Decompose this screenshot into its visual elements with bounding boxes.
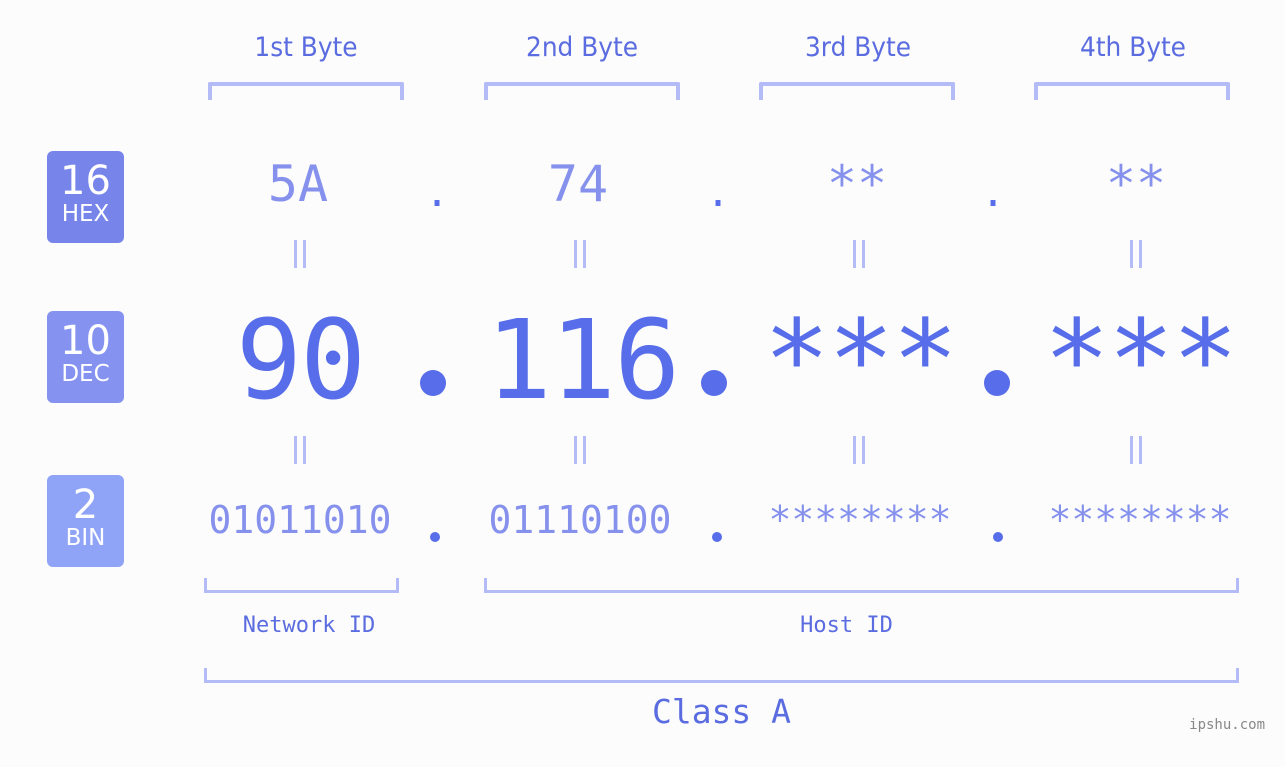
bin-octet-1: 01011010 (208, 498, 392, 542)
bin-badge-number: 2 (72, 482, 99, 528)
equals-icon (839, 240, 879, 276)
dec-separator-1 (420, 370, 446, 396)
bin-badge: 2 BIN (47, 475, 124, 567)
hex-badge-number: 16 (60, 158, 111, 204)
dec-separator-2 (701, 370, 727, 396)
dec-octet-2: 116 (485, 296, 681, 424)
dec-badge: 10 DEC (47, 311, 124, 403)
ip-class-label: Class A (651, 692, 792, 731)
byte-header-1: 1st Byte (254, 32, 358, 63)
hex-octet-3: ** (826, 155, 888, 213)
equals-icon (280, 240, 320, 276)
dec-badge-label: DEC (61, 361, 110, 387)
equals-icon (560, 436, 600, 472)
byte-bracket-3 (759, 82, 955, 100)
bin-badge-label: BIN (65, 525, 106, 551)
hex-octet-1: 5A (267, 155, 329, 213)
byte-bracket-2 (484, 82, 680, 100)
bin-separator-1 (430, 532, 440, 542)
equals-icon (1116, 436, 1156, 472)
bin-separator-3 (993, 532, 1003, 542)
byte-bracket-4 (1034, 82, 1230, 100)
bin-octet-3: ******** (768, 498, 952, 542)
equals-icon (1116, 240, 1156, 276)
hex-separator-2: . (706, 170, 731, 216)
network-id-label: Network ID (242, 613, 376, 638)
hex-separator-1: . (425, 170, 450, 216)
dec-octet-4: *** (1043, 296, 1239, 424)
equals-icon (280, 436, 320, 472)
hex-badge: 16 HEX (47, 151, 124, 243)
host-id-label: Host ID (800, 613, 893, 638)
byte-header-4: 4th Byte (1080, 32, 1186, 63)
hex-octet-2: 74 (547, 155, 609, 213)
byte-header-3: 3rd Byte (804, 32, 912, 63)
host-id-bracket (484, 578, 1239, 593)
byte-header-2: 2nd Byte (526, 32, 638, 63)
class-bracket (204, 668, 1239, 683)
hex-separator-3: . (981, 170, 1006, 216)
byte-bracket-1 (208, 82, 404, 100)
dec-separator-3 (984, 370, 1010, 396)
bin-octet-2: 01110100 (488, 498, 672, 542)
dec-octet-1: 90 (235, 296, 366, 424)
watermark: ipshu.com (1189, 717, 1265, 733)
bin-separator-2 (712, 532, 722, 542)
hex-octet-4: ** (1105, 155, 1167, 213)
dec-badge-number: 10 (60, 318, 111, 364)
dec-octet-3: *** (763, 296, 959, 424)
hex-badge-label: HEX (61, 201, 110, 227)
equals-icon (839, 436, 879, 472)
bin-octet-4: ******** (1048, 498, 1232, 542)
equals-icon (560, 240, 600, 276)
network-id-bracket (204, 578, 399, 593)
